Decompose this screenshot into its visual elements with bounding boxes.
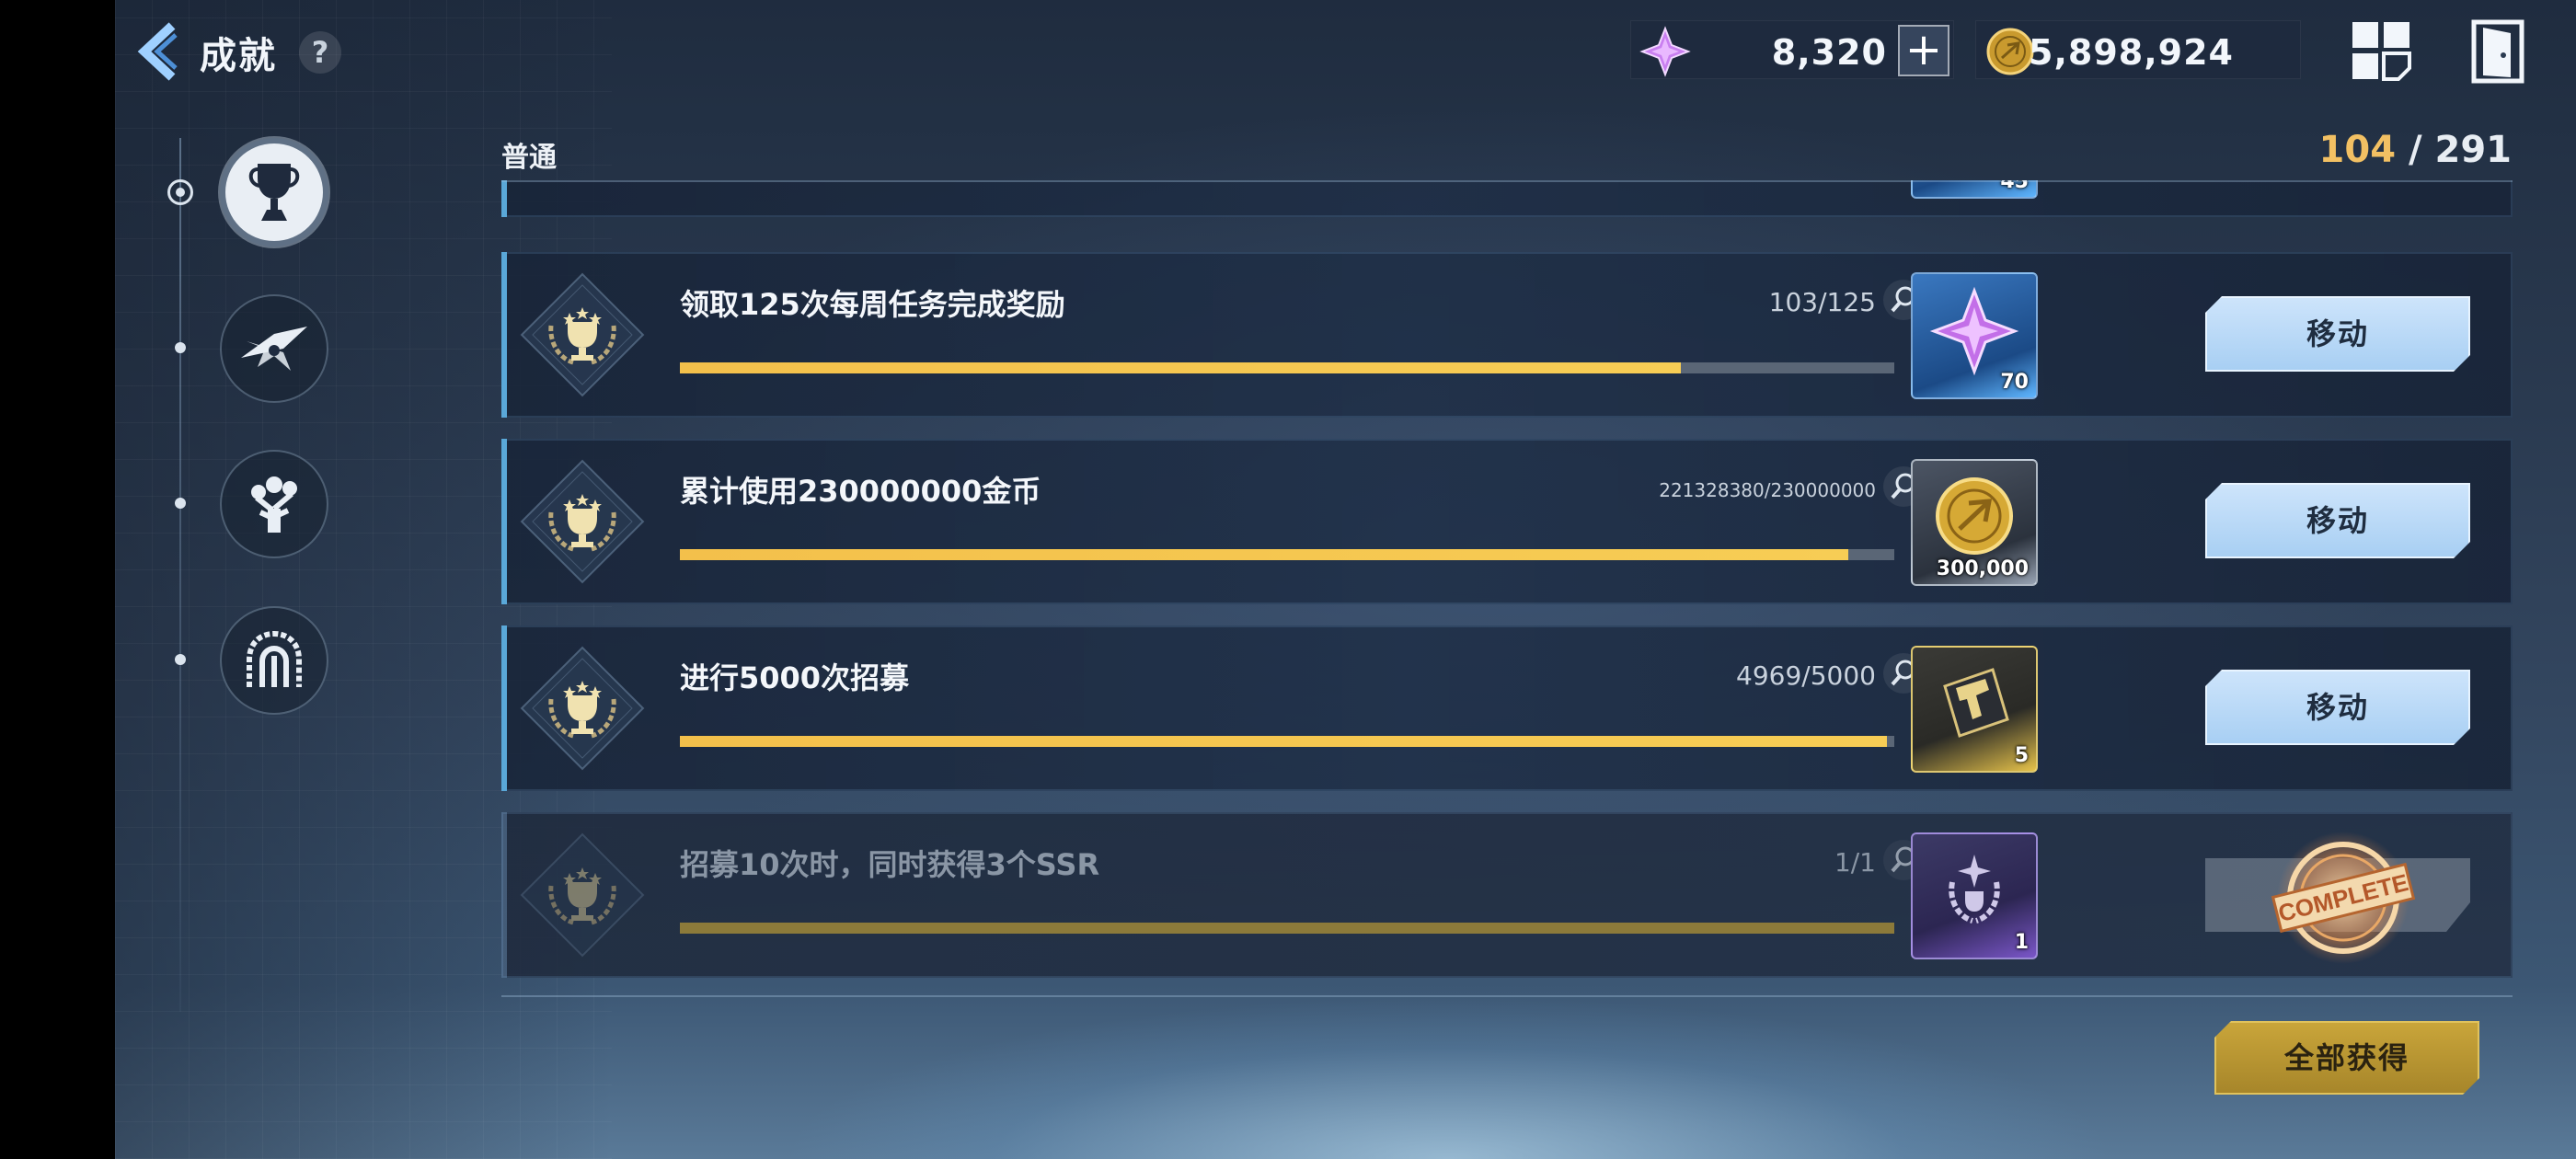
reward-quantity: 300,000: [1936, 557, 2029, 580]
counter-separator: /: [2396, 129, 2435, 171]
achievement-row: 领取125次每周任务完成奖励 103/125 70 移动: [501, 252, 2513, 418]
category-trophy[interactable]: [220, 138, 328, 247]
achievement-progress-text: 221328380/230000000: [1659, 479, 1876, 501]
achievement-title: 累计使用230000000金币: [680, 474, 1041, 509]
reward-item[interactable]: 300,000: [1911, 459, 2038, 586]
move-button[interactable]: 移动: [2205, 670, 2470, 745]
achievement-progress-text: 103/125: [1768, 287, 1876, 317]
move-button[interactable]: 移动: [2205, 296, 2470, 372]
purple-gem-icon: [1639, 26, 1691, 77]
gold-coin-icon: [1936, 476, 2013, 555]
category-gate[interactable]: [220, 606, 328, 715]
achievement-progress-text: 1/1: [1834, 847, 1876, 878]
add-gem-button[interactable]: +: [1898, 25, 1949, 76]
category-winged[interactable]: [220, 294, 328, 403]
winged-emblem-icon: [241, 327, 307, 371]
rail-indicator: [175, 654, 186, 665]
gem-amount: 8,320: [1771, 32, 1887, 73]
progress-bar: [680, 736, 1894, 747]
category-tree[interactable]: [220, 450, 328, 558]
achievement-title: 招募10次时，同时获得3个SSR: [680, 847, 1100, 882]
progress-fill: [680, 736, 1888, 747]
reward-item[interactable]: 1: [1911, 832, 2038, 959]
rail-indicator: [175, 498, 186, 509]
trophy-icon: [248, 164, 300, 221]
purple-gem-icon: [1929, 286, 2019, 375]
gold-currency: 5,898,924: [1975, 20, 2301, 79]
help-button[interactable]: ?: [299, 31, 341, 74]
move-button[interactable]: 移动: [2205, 483, 2470, 558]
grid-menu-icon: [2352, 22, 2411, 81]
achievement-title: 领取125次每周任务完成奖励: [680, 287, 1065, 322]
back-button[interactable]: [135, 20, 187, 83]
claim-all-button[interactable]: 全部获得: [2214, 1021, 2479, 1095]
achievement-row: 进行5000次招募 4969/5000 5 移动: [501, 625, 2513, 791]
counter-total: 291: [2434, 129, 2513, 171]
door-exit-icon: [2471, 19, 2524, 84]
reward-quantity: 5: [2014, 744, 2029, 767]
progress-bar: [680, 362, 1894, 373]
progress-bar: [680, 923, 1894, 934]
trophy-badge-icon: [520, 646, 645, 771]
achievement-row: 累计使用230000000金币 221328380/230000000 300,…: [501, 439, 2513, 604]
counter-current: 104: [2318, 129, 2397, 171]
rail-indicator: [175, 342, 186, 353]
list-top-divider: [501, 180, 2513, 182]
chevron-left-icon: [137, 22, 178, 81]
reward-quantity: 1: [2014, 931, 2029, 954]
gate-icon: [247, 630, 302, 687]
trophy-badge-icon: [520, 459, 645, 584]
section-label: 普通: [501, 142, 557, 174]
achievement-screen: 成就 ? 8,320 + 5,898,924 普通 104 / 291 45 领…: [115, 0, 2576, 1159]
left-black-bar: [0, 0, 115, 1159]
reward-quantity: 70: [2000, 371, 2029, 394]
achievement-title: 进行5000次招募: [680, 660, 910, 695]
page-title: 成就: [200, 35, 277, 77]
trophy-badge-icon: [520, 832, 645, 958]
rail-indicator-active: [167, 179, 193, 205]
trophy-badge-icon: [520, 272, 645, 397]
reward-item[interactable]: 70: [1911, 272, 2038, 399]
menu-button[interactable]: [2351, 20, 2413, 83]
category-rail: [179, 138, 181, 1012]
list-bottom-divider: [501, 995, 2513, 997]
achievement-row-completed: 招募10次时，同时获得3个SSR 1/1 1 COMPLETE: [501, 812, 2513, 978]
recruit-ticket-icon: [1943, 667, 2009, 738]
reward-quantity: 45: [2000, 180, 2029, 193]
reward-item[interactable]: 5: [1911, 646, 2038, 773]
achievement-list[interactable]: 45 领取125次每周任务完成奖励 103/125 70 移动 累计使用2300…: [501, 180, 2513, 981]
progress-fill: [680, 362, 1681, 373]
gem-currency: 8,320 +: [1630, 20, 1954, 79]
gold-amount: 5,898,924: [2029, 32, 2234, 73]
tree-icon: [251, 476, 297, 533]
complete-stamp: COMPLETE: [2271, 832, 2416, 964]
exit-button[interactable]: [2470, 18, 2525, 85]
achievement-row-partial: 45: [501, 180, 2513, 217]
progress-fill: [680, 549, 1848, 560]
reward-item[interactable]: 45: [1911, 180, 2038, 199]
laurel-emblem-icon: [1949, 854, 2000, 924]
progress-fill: [680, 923, 1894, 934]
achievement-counter: 104 / 291: [2319, 129, 2512, 171]
achievement-progress-text: 4969/5000: [1736, 660, 1876, 691]
progress-bar: [680, 549, 1894, 560]
